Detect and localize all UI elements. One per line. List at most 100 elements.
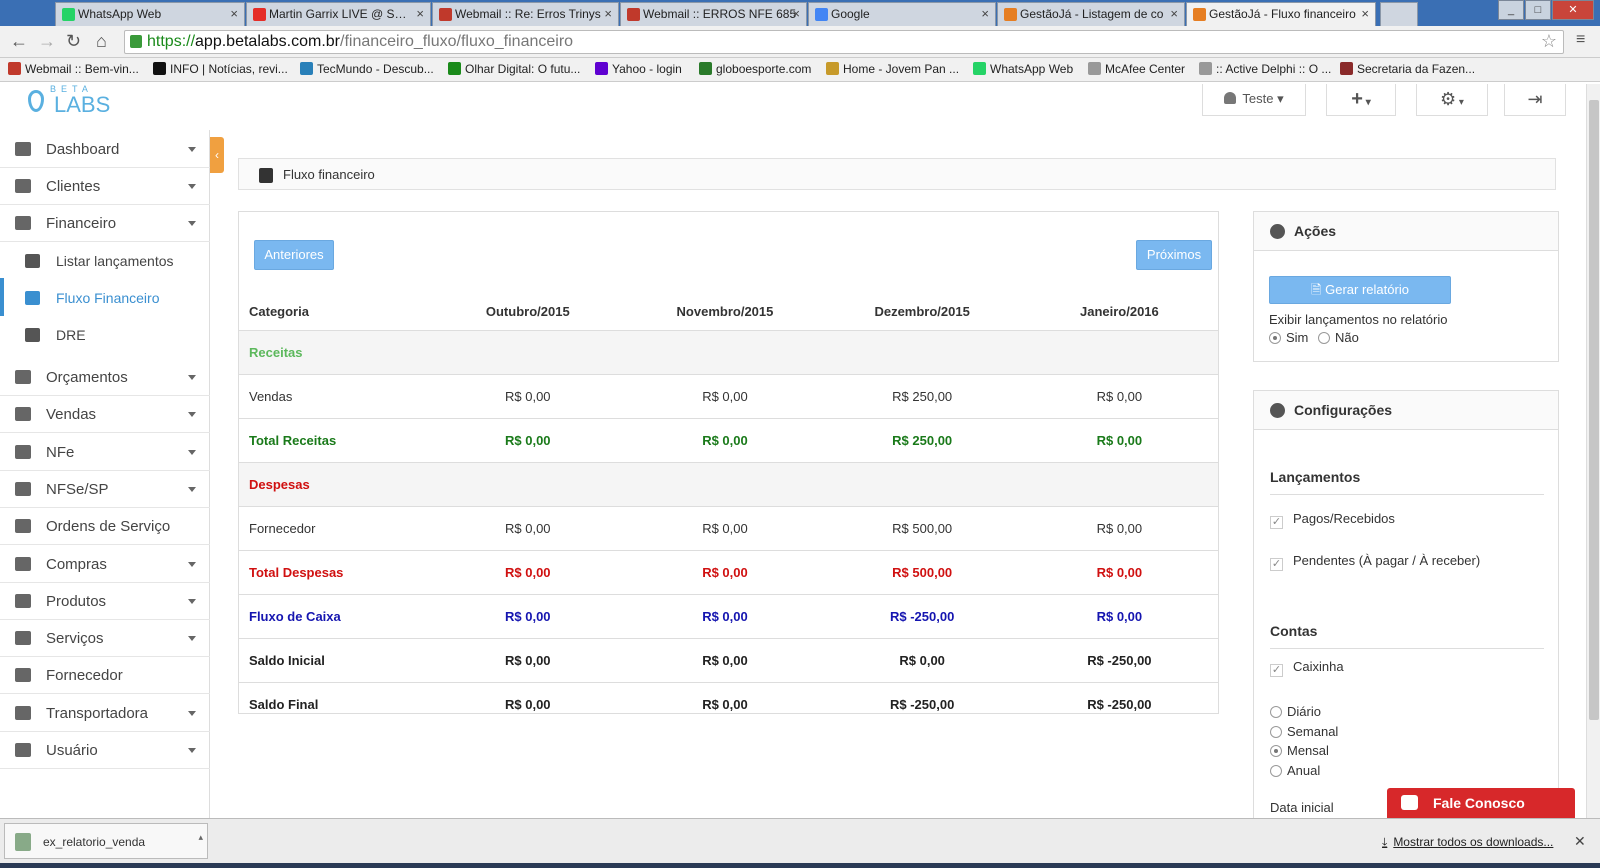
previous-button[interactable]: Anteriores [254, 240, 334, 270]
logout-button[interactable]: ⇥ [1504, 84, 1566, 116]
value-cell: R$ 0,00 [429, 637, 627, 682]
lancamento-checkbox-row[interactable]: ✓ Pagos/Recebidos [1270, 511, 1395, 529]
star-icon[interactable]: ☆ [1541, 31, 1557, 52]
value-cell: R$ 0,00 [1020, 549, 1218, 594]
radio-label: Diário [1287, 704, 1321, 719]
back-icon[interactable]: ← [10, 31, 28, 52]
browser-tab[interactable]: Webmail :: Re: Erros Trinys × [432, 2, 619, 26]
bookmark-item[interactable]: Home - Jovem Pan ... [826, 62, 959, 76]
lancamento-checkbox-row[interactable]: ✓ Pendentes (À pagar / À receber) [1270, 553, 1480, 571]
radio-nao[interactable] [1318, 332, 1331, 344]
sidebar-item[interactable]: Financeiro [0, 204, 210, 242]
bookmark-item[interactable]: :: Active Delphi :: O ... [1199, 62, 1331, 76]
betalabs-logo[interactable]: BETA LABS [24, 84, 110, 118]
sidebar-subitem[interactable]: Fluxo Financeiro [0, 278, 210, 316]
new-tab-button[interactable] [1380, 2, 1418, 26]
sidebar-item[interactable]: Usuário [0, 731, 210, 769]
table-row: Fornecedor R$ 0,00 R$ 0,00 R$ 500,00 R$ 0,00 [239, 505, 1218, 550]
sidebar-item[interactable]: Compras [0, 545, 210, 583]
page-scrollbar[interactable] [1586, 84, 1600, 818]
sidebar-subitem[interactable]: Listar lançamentos [0, 241, 210, 279]
checkbox[interactable]: ✓ [1270, 664, 1283, 677]
book-icon [259, 168, 273, 183]
bookmark-item[interactable]: Olhar Digital: O futu... [448, 62, 580, 76]
close-tab-icon[interactable]: × [604, 6, 612, 21]
period-radio-row[interactable]: Anual [1270, 763, 1320, 778]
sidebar-item[interactable]: Dashboard [0, 130, 210, 168]
period-radio-row[interactable]: Semanal [1270, 724, 1338, 739]
sidebar-item[interactable]: Serviços [0, 619, 210, 658]
add-menu-button[interactable]: + ▾ [1326, 84, 1396, 116]
maximize-button[interactable]: □ [1525, 0, 1551, 20]
home-icon[interactable]: ⌂ [96, 31, 107, 52]
sidebar-item-label: Financeiro [46, 215, 117, 232]
bookmark-item[interactable]: globoesporte.com [699, 62, 811, 76]
chevron-down-icon[interactable]: ▴ [198, 832, 203, 843]
cash-flow-panel: Anteriores Próximos Categoria Outubro/201… [238, 211, 1219, 726]
sidebar-item[interactable]: NFe [0, 433, 210, 471]
show-all-downloads-link[interactable]: ⤓ Mostrar todos os downloads... [1382, 835, 1553, 850]
period-radio-row[interactable]: Mensal [1270, 743, 1329, 758]
collapse-sidebar-button[interactable]: ‹ [210, 137, 224, 173]
bookmark-item[interactable]: WhatsApp Web [973, 62, 1073, 76]
close-downloads-icon[interactable]: ✕ [1574, 833, 1586, 850]
radio-sim[interactable] [1269, 332, 1281, 344]
period-radio-row[interactable]: Diário [1270, 704, 1321, 719]
radio[interactable] [1270, 725, 1282, 738]
bookmark-item[interactable]: Yahoo - login [595, 62, 682, 76]
bookmark-favicon-icon [1088, 62, 1101, 75]
browser-tab[interactable]: WhatsApp Web × [55, 2, 245, 26]
contact-chat-button[interactable]: Fale Conosco [1387, 788, 1575, 818]
close-tab-icon[interactable]: × [981, 6, 989, 21]
user-menu-button[interactable]: Teste ▾ [1202, 84, 1306, 116]
close-tab-icon[interactable]: × [1170, 6, 1178, 21]
bookmark-item[interactable]: Webmail :: Bem-vin... [8, 62, 139, 76]
conta-checkbox-row[interactable]: ✓ Caixinha [1270, 659, 1344, 677]
sidebar-item[interactable]: Orçamentos [0, 358, 210, 396]
sidebar-item[interactable]: Ordens de Serviço [0, 507, 210, 546]
menu-icon[interactable]: ≡ [1576, 31, 1585, 49]
close-tab-icon[interactable]: × [1361, 6, 1369, 21]
caret-down-icon [188, 748, 196, 753]
sidebar-item-icon [15, 216, 31, 230]
caret-down-icon [188, 486, 196, 492]
browser-tab[interactable]: Webmail :: ERROS NFE 685 × [620, 2, 807, 26]
sidebar-item[interactable]: Clientes [0, 167, 210, 205]
checkbox[interactable]: ✓ [1270, 516, 1283, 529]
browser-tab[interactable]: GestãoJá - Listagem de co × [997, 2, 1185, 26]
sidebar-item[interactable]: Produtos [0, 582, 210, 620]
radio[interactable] [1270, 745, 1282, 757]
close-tab-icon[interactable]: × [230, 6, 238, 21]
sidebar-item[interactable]: Transportadora [0, 694, 210, 732]
radio[interactable] [1270, 764, 1282, 777]
generate-report-button[interactable]: 🗎 Gerar relatório [1269, 276, 1451, 304]
settings-menu-button[interactable]: ⚙ ▾ [1416, 84, 1488, 116]
close-window-button[interactable]: ✕ [1552, 0, 1594, 20]
bookmark-item[interactable]: INFO | Notícias, revi... [153, 62, 288, 76]
bookmark-item[interactable]: Secretaria da Fazen... [1340, 62, 1475, 76]
close-tab-icon[interactable]: × [416, 6, 424, 21]
download-item[interactable]: ex_relatorio_venda ▴ [4, 823, 208, 859]
next-button[interactable]: Próximos [1136, 240, 1212, 270]
radio[interactable] [1270, 706, 1282, 718]
sidebar-item[interactable]: NFSe/SP [0, 470, 210, 508]
bookmark-item[interactable]: TecMundo - Descub... [300, 62, 434, 76]
sidebar-subitem[interactable]: DRE [0, 315, 210, 353]
scrollbar-thumb[interactable] [1589, 100, 1599, 720]
browser-tab[interactable]: GestãoJá - Fluxo financeiro × [1186, 2, 1376, 26]
caret-down-icon [188, 184, 196, 189]
close-tab-icon[interactable]: × [792, 6, 800, 21]
sidebar-item[interactable]: Vendas [0, 395, 210, 434]
sidebar-item[interactable]: Fornecedor [0, 656, 210, 695]
caret-down-icon [188, 636, 196, 642]
browser-tab[interactable]: Google × [808, 2, 996, 26]
browser-tab[interactable]: Martin Garrix LIVE @ S… × [246, 2, 431, 26]
bookmark-item[interactable]: McAfee Center [1088, 62, 1185, 76]
forward-icon[interactable]: → [38, 31, 56, 52]
minimize-button[interactable]: _ [1498, 0, 1524, 20]
bookmark-label: TecMundo - Descub... [317, 62, 434, 76]
reload-icon[interactable]: ↻ [66, 31, 81, 52]
checkbox[interactable]: ✓ [1270, 558, 1283, 571]
address-bar[interactable]: https://app.betalabs.com.br/financeiro_f… [124, 30, 1564, 54]
bookmark-label: INFO | Notícias, revi... [170, 62, 288, 76]
